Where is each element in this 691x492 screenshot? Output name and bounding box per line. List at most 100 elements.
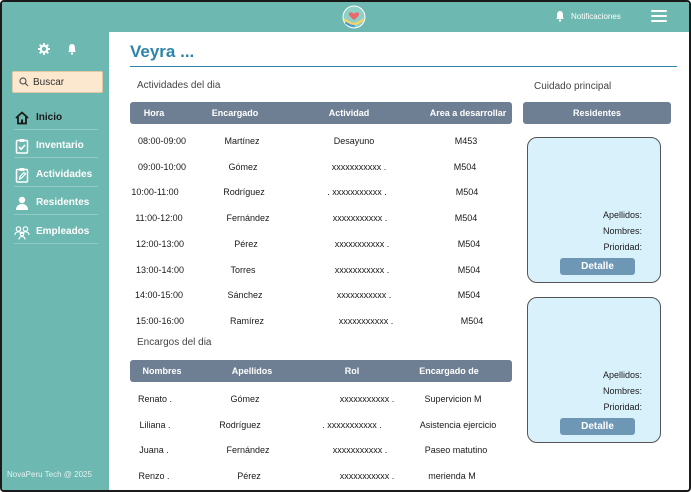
search-box[interactable]: Buscar	[12, 71, 103, 93]
cell-area: M453	[454, 136, 478, 146]
cell-actividad: xxxxxxxxxxx .	[338, 316, 394, 326]
column-header: Hora	[143, 108, 165, 118]
cell-encargado: Torres	[230, 265, 256, 275]
sidebar-item-label: Inicio	[36, 112, 63, 123]
table-row[interactable]: Renato . Gómez xxxxxxxxxxx . Supervicion…	[130, 391, 512, 407]
table-row[interactable]: 14:00-15:00 Sánchez xxxxxxxxxxx . M504	[130, 287, 512, 303]
table-row[interactable]: 12:00-13:00 Pérez xxxxxxxxxxx . M504	[130, 236, 512, 252]
names-label: Nombres:	[602, 226, 642, 236]
cell-actividad: Desayuno	[333, 136, 375, 146]
sidebar-item-label: Inventario	[36, 140, 84, 151]
cell-area: M504	[454, 213, 478, 223]
bell-icon[interactable]	[66, 43, 78, 55]
cell-apellidos: Fernández	[226, 445, 270, 455]
sidebar-item-residentes[interactable]: Residentes	[14, 191, 98, 215]
cell-encargado-de: Supervicion M	[424, 394, 482, 404]
care-title: Cuidado principal	[534, 81, 612, 92]
sidebar-item-actividades[interactable]: Actividades	[14, 163, 98, 187]
person-icon	[16, 196, 28, 210]
sidebar-item-inicio[interactable]: Inicio	[14, 106, 98, 130]
cell-apellidos: Rodríguez	[219, 420, 261, 430]
detail-button[interactable]: Detalle	[560, 258, 635, 275]
bell-icon	[556, 11, 564, 22]
priority-label: Prioridad:	[603, 402, 642, 412]
cell-rol: . xxxxxxxxxxx .	[322, 420, 382, 430]
cell-apellidos: Gómez	[230, 394, 260, 404]
page-title: Veyra ...	[130, 42, 195, 61]
names-label: Nombres:	[602, 386, 642, 396]
cell-hora: 12:00-13:00	[135, 239, 185, 249]
table-row[interactable]: 13:00-14:00 Torres xxxxxxxxxxx . M504	[130, 262, 512, 278]
table-row[interactable]: Renzo . Pérez xxxxxxxxxxx . merienda M	[130, 468, 512, 484]
surname-label: Apellidos:	[602, 210, 642, 220]
hamburger-icon[interactable]	[651, 10, 667, 24]
hands-heart-logo	[342, 5, 366, 29]
table-row[interactable]: 09:00-10:00 Gómez xxxxxxxxxxx . M504	[130, 159, 512, 175]
sidebar: Buscar Inicio Inventario Actividades Res…	[2, 32, 109, 490]
cell-encargado: Fernández	[226, 213, 270, 223]
group-icon	[14, 225, 30, 240]
sidebar-item-empleados[interactable]: Empleados	[14, 220, 98, 244]
detail-button[interactable]: Detalle	[560, 418, 635, 435]
cell-rol: xxxxxxxxxxx .	[332, 445, 388, 455]
cell-area: M504	[457, 239, 481, 249]
title-divider	[130, 66, 677, 67]
cell-encargado: Ramírez	[229, 316, 265, 326]
cell-encargado: Sánchez	[227, 290, 263, 300]
sidebar-top-icons	[38, 43, 78, 55]
top-bar: Notificaciones	[2, 2, 689, 32]
column-header: Rol	[344, 366, 360, 376]
sidebar-item-label: Empleados	[36, 226, 90, 237]
table-row[interactable]: 10:00-11:00 Rodríguez . xxxxxxxxxxx . M5…	[130, 184, 512, 200]
notifications-label: Notificaciones	[571, 11, 621, 21]
activities-title: Actividades del dia	[137, 80, 221, 91]
priority-label: Prioridad:	[603, 242, 642, 252]
cell-encargado: Pérez	[234, 239, 258, 249]
cell-area: M504	[460, 316, 484, 326]
column-header: Nombres	[142, 366, 182, 376]
cell-hora: 14:00-15:00	[134, 290, 184, 300]
resident-card: Apellidos: Nombres: Prioridad: Detalle	[527, 137, 661, 283]
sidebar-item-inventario[interactable]: Inventario	[14, 134, 98, 158]
cell-hora: 13:00-14:00	[135, 265, 185, 275]
table-row[interactable]: 15:00-16:00 Ramírez xxxxxxxxxxx . M504	[130, 313, 512, 329]
search-icon	[19, 77, 29, 87]
cell-actividad: xxxxxxxxxxx .	[331, 162, 387, 172]
cell-rol: xxxxxxxxxxx .	[339, 471, 395, 481]
cell-rol: xxxxxxxxxxx .	[339, 394, 395, 404]
table-row[interactable]: 11:00-12:00 Fernández xxxxxxxxxxx . M504	[130, 210, 512, 226]
cell-actividad: . xxxxxxxxxxx .	[327, 187, 387, 197]
table-row[interactable]: 08:00-09:00 Martínez Desayuno M453	[130, 133, 512, 149]
cell-area: M504	[453, 162, 477, 172]
cell-hora: 09:00-10:00	[137, 162, 187, 172]
cell-nombres: Renzo .	[138, 471, 170, 481]
cell-actividad: xxxxxxxxxxx .	[332, 213, 388, 223]
cell-actividad: xxxxxxxxxxx .	[334, 265, 390, 275]
sidebar-item-label: Residentes	[36, 197, 90, 208]
resident-card: Apellidos: Nombres: Prioridad: Detalle	[527, 297, 661, 443]
gear-icon[interactable]	[38, 43, 50, 55]
cell-hora: 11:00-12:00	[135, 213, 183, 223]
cell-nombres: Renato .	[137, 394, 173, 404]
notifications-button[interactable]: Notificaciones	[554, 10, 621, 22]
cell-apellidos: Pérez	[237, 471, 261, 481]
cell-encargado-de: Asistencia ejercicio	[419, 420, 497, 430]
table-row[interactable]: Liliana . Rodríguez . xxxxxxxxxxx . Asis…	[130, 417, 512, 433]
column-header: Area a desarrollar	[429, 108, 507, 118]
cell-area: M504	[457, 290, 481, 300]
cell-encargado: Gómez	[228, 162, 258, 172]
cell-area: M504	[455, 187, 479, 197]
home-icon	[15, 111, 29, 124]
cell-actividad: xxxxxxxxxxx .	[334, 239, 390, 249]
cell-hora: 08:00-09:00	[137, 136, 187, 146]
cell-hora: 15:00-16:00	[135, 316, 185, 326]
table-row[interactable]: Juana . Fernández xxxxxxxxxxx . Paseo ma…	[130, 442, 512, 458]
cell-hora: 10:00-11:00	[131, 187, 179, 197]
cell-nombres: Liliana .	[139, 420, 171, 430]
residents-header: Residentes	[523, 102, 671, 124]
cell-encargado-de: Paseo matutino	[424, 445, 488, 455]
tasks-table-header: Nombres Apellidos Rol Encargado de	[130, 360, 512, 382]
column-header: Actividad	[328, 108, 370, 118]
column-header: Encargado	[211, 108, 259, 118]
cell-encargado: Rodríguez	[223, 187, 265, 197]
